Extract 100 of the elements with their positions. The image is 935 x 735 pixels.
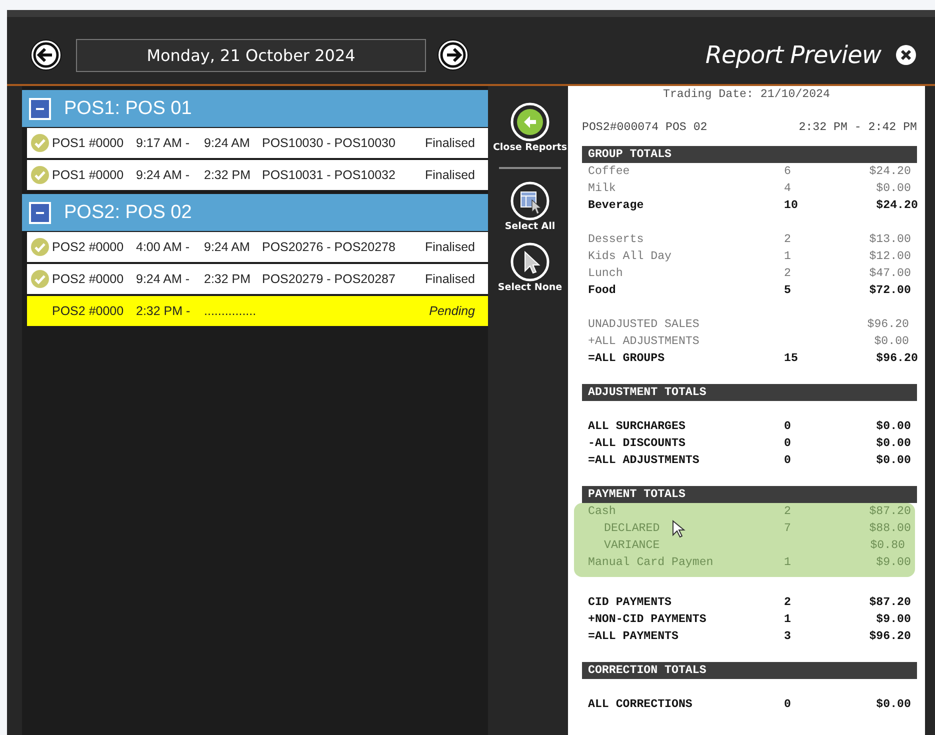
line-count: 6: [783, 164, 791, 180]
line-label: =ALL ADJUSTMENTS: [588, 453, 700, 469]
line-amount: $9.00: [875, 612, 911, 628]
line-amount: $87.20: [868, 504, 911, 520]
line-label: Manual Card Paymen: [588, 555, 714, 571]
line-label: ALL SURCHARGES: [588, 419, 686, 435]
line-count: 0: [783, 419, 791, 435]
line-amount: $0.00: [875, 181, 911, 197]
status-label: Finalised: [424, 272, 475, 286]
line-label: UNADJUSTED SALES: [588, 317, 700, 333]
line-amount: $24.20: [875, 198, 918, 214]
group-title: POS1: POS 01: [64, 98, 192, 120]
check-icon: [31, 134, 49, 152]
session-row[interactable]: POS1 #0000 9:17 AM - 9:24 AM POS10030 - POS10030 Finalised: [27, 128, 488, 158]
line-count: 0: [783, 436, 791, 452]
line-label: =ALL PAYMENTS: [588, 629, 678, 645]
select-none-button[interactable]: Select None: [498, 242, 562, 293]
line-amount: $0.00: [875, 697, 911, 713]
group-title: POS2: POS 02: [64, 202, 192, 224]
line-amount: $12.00: [868, 249, 911, 265]
line-label: -ALL DISCOUNTS: [588, 436, 686, 452]
register-number: POS1 #0000: [52, 168, 125, 182]
line-label: DECLARED: [604, 521, 660, 537]
line-amount: $0.80: [869, 538, 905, 554]
receipt-range: POS20279 - POS20287: [262, 272, 396, 286]
line-amount: $0.00: [875, 453, 911, 469]
line-amount: $0.00: [875, 436, 911, 452]
close-reports-button[interactable]: Close Reports: [492, 102, 568, 153]
start-time: 9:24 AM -: [136, 272, 190, 286]
line-amount: $88.00: [868, 521, 911, 537]
line-count: 5: [783, 283, 791, 299]
receipt-range: POS10030 - POS10030: [262, 136, 396, 150]
line-amount: $24.20: [868, 164, 911, 180]
report-period: 2:32 PM - 2:42 PM: [798, 121, 917, 136]
start-time: 4:00 AM -: [136, 240, 190, 254]
line-label: =ALL GROUPS: [588, 351, 665, 367]
close-icon[interactable]: [895, 44, 917, 66]
collapse-icon[interactable]: [29, 202, 51, 224]
line-count: 1: [783, 249, 791, 265]
line-amount: $72.00: [868, 283, 911, 299]
session-row[interactable]: POS2 #0000 2:32 PM - ............... Pending: [27, 296, 488, 326]
line-amount: $96.20: [866, 317, 909, 333]
line-count: 2: [783, 595, 791, 611]
line-amount: $13.00: [868, 232, 911, 248]
check-icon: [31, 270, 49, 288]
start-time: 9:17 AM -: [136, 136, 190, 150]
receipt-range: POS10031 - POS10032: [262, 168, 396, 182]
line-count: 1: [783, 612, 791, 628]
line-label: Cash: [588, 504, 616, 520]
line-count: 0: [783, 697, 791, 713]
line-count: 2: [783, 266, 791, 282]
end-time: ...............: [204, 304, 258, 318]
line-label: Desserts: [588, 232, 644, 248]
line-count: 10: [783, 198, 798, 214]
status-label: Finalised: [424, 168, 475, 182]
line-amount: $87.20: [868, 595, 911, 611]
session-row[interactable]: POS2 #0000 4:00 AM - 9:24 AM POS20276 - POS20278 Finalised: [27, 232, 488, 262]
register-number: POS1 #0000: [52, 136, 125, 150]
line-label: Beverage: [588, 198, 644, 214]
window-title: Report Preview: [705, 41, 881, 69]
line-amount: $47.00: [868, 266, 911, 282]
line-label: ALL CORRECTIONS: [588, 697, 692, 713]
line-label: Coffee: [588, 164, 630, 180]
status-label: Finalised: [424, 240, 475, 254]
line-count: 1: [783, 555, 791, 571]
line-label: +NON-CID PAYMENTS: [588, 612, 706, 628]
receipt-range: POS20276 - POS20278: [262, 240, 396, 254]
line-amount: $0.00: [873, 334, 909, 350]
check-icon: [31, 166, 49, 184]
line-count: 2: [783, 504, 791, 520]
line-amount: $96.20: [875, 351, 918, 367]
line-label: Kids All Day: [588, 249, 672, 265]
end-time: 2:32 PM: [204, 168, 252, 182]
session-row[interactable]: POS2 #0000 9:24 AM - 2:32 PM POS20279 - POS20287 Finalised: [27, 264, 488, 294]
collapse-icon[interactable]: [29, 98, 51, 120]
register-number: POS2 #0000: [52, 272, 125, 286]
end-time: 2:32 PM: [204, 272, 252, 286]
date-display: Monday, 21 October 2024: [76, 38, 426, 72]
line-label: +ALL ADJUSTMENTS: [588, 334, 700, 350]
line-label: VARIANCE: [604, 538, 660, 554]
section-heading: ADJUSTMENT TOTALS: [582, 384, 917, 401]
line-label: Milk: [588, 181, 616, 197]
section-heading: GROUP TOTALS: [582, 146, 917, 163]
line-count: 2: [783, 232, 791, 248]
line-label: Lunch: [588, 266, 623, 282]
check-icon: [31, 238, 49, 256]
trading-date: Trading Date: 21/10/2024: [662, 88, 831, 103]
line-label: CID PAYMENTS: [588, 595, 672, 611]
section-heading: PAYMENT TOTALS: [582, 486, 917, 503]
line-count: 3: [783, 629, 791, 645]
start-time: 9:24 AM -: [136, 168, 190, 182]
register-name: POS2#000074 POS 02: [582, 121, 708, 136]
mouse-pointer-icon: [672, 520, 686, 538]
start-time: 2:32 PM -: [136, 304, 192, 318]
status-label: Pending: [429, 304, 475, 318]
register-number: POS2 #0000: [52, 304, 125, 318]
line-amount: $0.00: [875, 419, 911, 435]
line-count: 4: [783, 181, 791, 197]
status-label: Finalised: [424, 136, 475, 150]
session-row[interactable]: POS1 #0000 9:24 AM - 2:32 PM POS10031 - POS10032 Finalised: [27, 160, 488, 190]
